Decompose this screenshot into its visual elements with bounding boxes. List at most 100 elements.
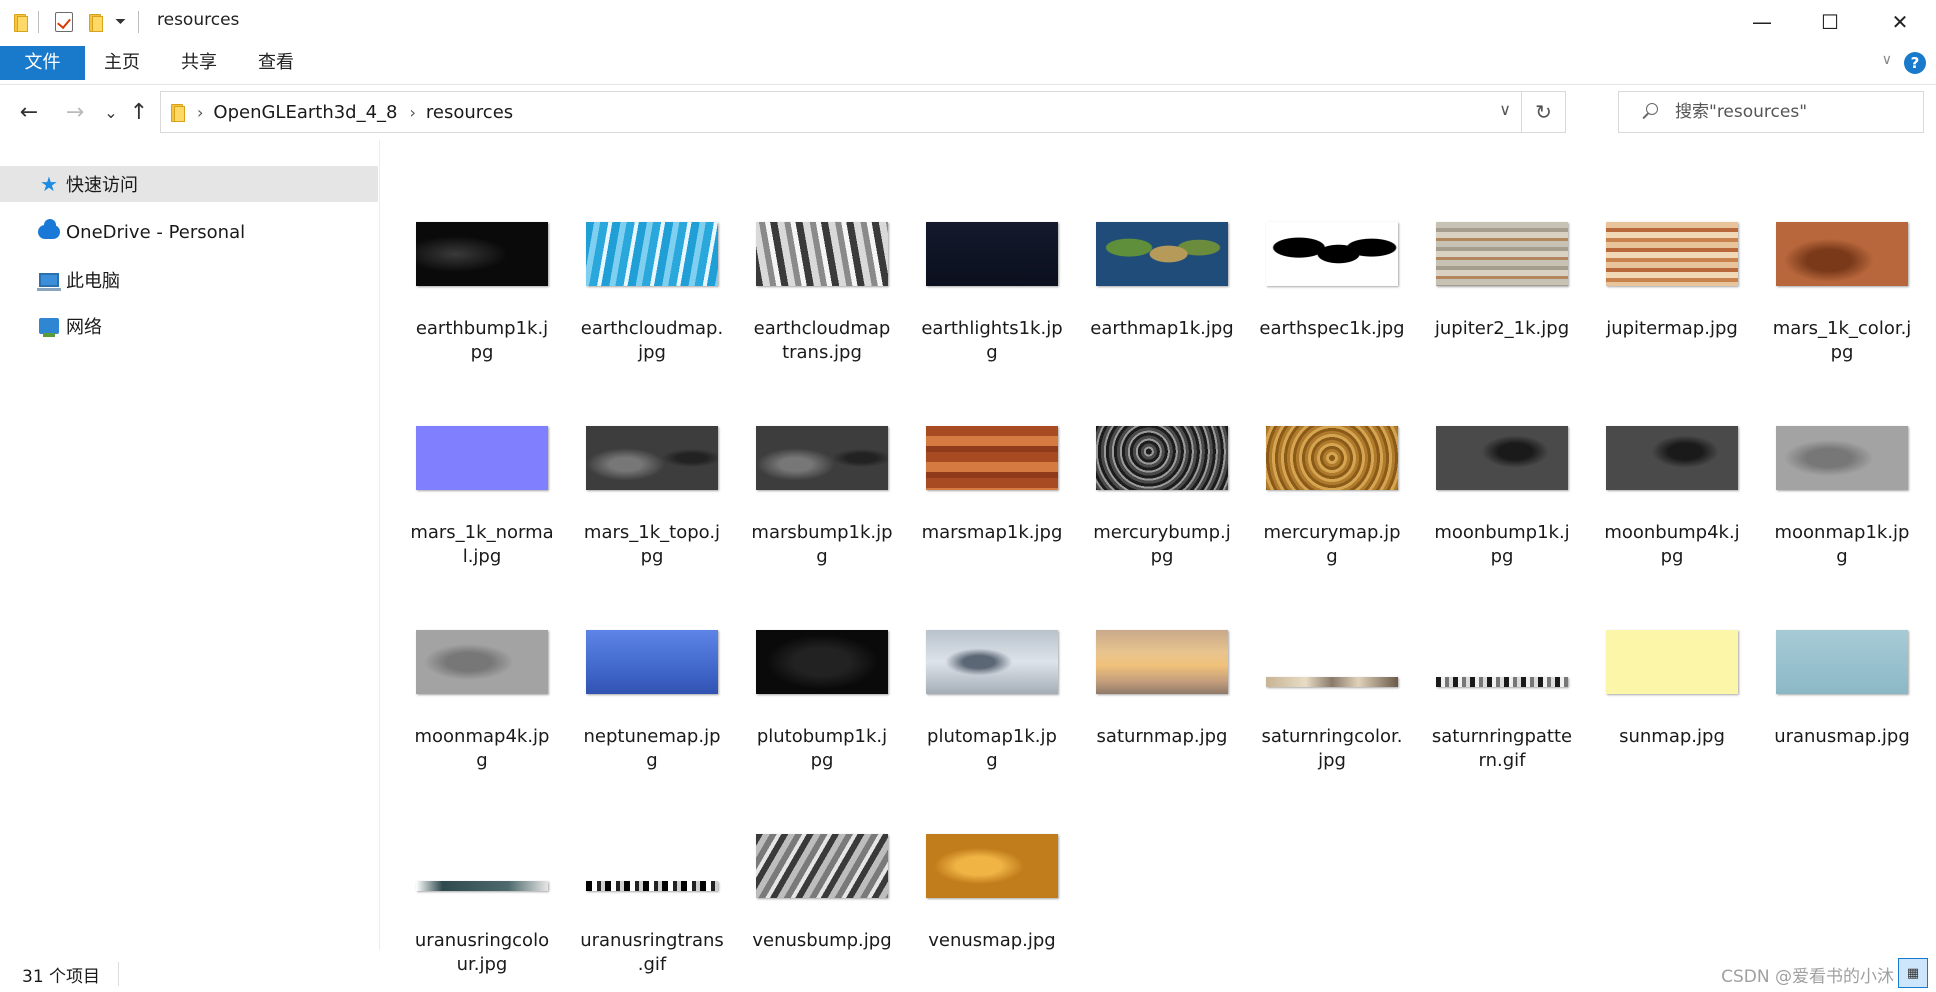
file-item[interactable]: mercurymap.jp g [1231, 426, 1401, 626]
file-thumbnail [1436, 426, 1568, 490]
properties-icon[interactable] [55, 12, 73, 32]
file-item[interactable]: moonmap4k.jp g [381, 630, 551, 830]
help-icon[interactable]: ? [1904, 52, 1926, 74]
file-item[interactable]: saturnmap.jpg [1061, 630, 1231, 830]
customize-dropdown-icon[interactable]: ⏷ [115, 14, 126, 30]
sidebar-item-onedrive[interactable]: OneDrive - Personal [0, 214, 378, 250]
tab-file[interactable]: 文件 [0, 46, 85, 80]
file-thumbnail [1096, 630, 1228, 694]
navigation-bar: ← → ⌄ ↑ › OpenGLEarth3d_4_8 › resources … [0, 84, 1936, 140]
chevron-right-icon[interactable]: › [197, 103, 203, 122]
status-bar: 31 个项目 CSDN @爱看书的小沐 ▦ [0, 956, 1936, 992]
file-thumbnail [1266, 222, 1398, 286]
file-name: venusmap.jpg [891, 929, 1093, 953]
file-item[interactable]: mars_1k_norma l.jpg [381, 426, 554, 626]
file-thumbnail [586, 222, 718, 286]
file-thumbnail [416, 630, 548, 694]
file-name-line: moonmap1k.jp [1774, 522, 1910, 543]
file-item[interactable]: saturnringpatte rn.gif [1401, 630, 1572, 830]
divider [138, 11, 140, 33]
sidebar-item-label: 快速访问 [66, 175, 138, 196]
refresh-button[interactable]: ↻ [1521, 92, 1565, 132]
file-thumbnail [1776, 630, 1908, 694]
up-button[interactable]: ↑ [124, 95, 154, 129]
file-item[interactable]: marsmap1k.jpg [891, 426, 1062, 626]
maximize-button[interactable]: ☐ [1794, 0, 1866, 44]
forward-button[interactable]: → [60, 95, 90, 129]
tab-home[interactable]: 主页 [88, 46, 156, 80]
file-thumbnail [416, 426, 548, 490]
file-item[interactable]: sunmap.jpg [1571, 630, 1741, 830]
file-thumbnail [1606, 222, 1738, 286]
sidebar-item-network[interactable]: 网络 [0, 308, 378, 344]
large-icons-view-button[interactable]: ▦ [1898, 958, 1928, 988]
file-item[interactable]: moonbump4k.j pg [1571, 426, 1741, 626]
file-name: uranusmap.jpg [1741, 725, 1936, 749]
file-name-line: g [1836, 546, 1848, 567]
file-thumbnail [926, 222, 1058, 286]
search-input[interactable] [1675, 102, 1905, 122]
file-name: moonmap1k.jp g [1741, 521, 1936, 569]
file-item[interactable]: earthmap1k.jpg [1061, 222, 1234, 422]
file-thumbnail [1776, 222, 1908, 286]
cloud-icon [38, 219, 60, 243]
file-item[interactable]: uranusmap.jpg [1741, 630, 1911, 830]
tab-share[interactable]: 共享 [165, 46, 233, 80]
new-folder-icon[interactable] [87, 12, 103, 32]
file-item[interactable]: moonmap1k.jp g [1741, 426, 1911, 626]
file-thumbnail [586, 630, 718, 694]
folder-icon [12, 12, 28, 32]
file-item[interactable]: mars_1k_topo.j pg [551, 426, 721, 626]
sidebar-item-this-pc[interactable]: 此电脑 [0, 262, 378, 298]
sidebar-item-label: OneDrive - Personal [66, 221, 246, 243]
file-thumbnail [416, 222, 548, 286]
folder-icon [169, 102, 185, 122]
file-item[interactable]: plutobump1k.j pg [721, 630, 891, 830]
file-thumbnail [416, 881, 548, 891]
minimize-button[interactable]: — [1726, 0, 1798, 44]
watermark: CSDN @爱看书的小沐 [1721, 967, 1894, 987]
file-item[interactable]: saturnringcolor. jpg [1231, 630, 1403, 830]
file-item[interactable]: earthlights1k.jp g [891, 222, 1063, 422]
file-item[interactable]: moonbump1k.j pg [1401, 426, 1571, 626]
sidebar-item-quick-access[interactable]: ★ 快速访问 [0, 166, 378, 202]
file-item[interactable]: plutomap1k.jp g [891, 630, 1061, 830]
file-item[interactable]: earthspec1k.jpg [1231, 222, 1405, 422]
tab-view[interactable]: 查看 [242, 46, 310, 80]
address-bar[interactable]: › OpenGLEarth3d_4_8 › resources ∨ ↻ [160, 91, 1566, 133]
file-thumbnail [756, 834, 888, 898]
file-item[interactable]: earthcloudmap. jpg [551, 222, 723, 422]
file-thumbnail [1776, 426, 1908, 490]
navigation-pane: ★ 快速访问 OneDrive - Personal 此电脑 网络 [0, 140, 380, 950]
file-item[interactable]: jupitermap.jpg [1571, 222, 1741, 422]
chevron-down-icon[interactable]: ∨ [1499, 100, 1511, 119]
file-name-line: venusmap.jpg [928, 930, 1056, 951]
sidebar-item-label: 此电脑 [66, 271, 120, 292]
file-item[interactable]: marsbump1k.jp g [721, 426, 893, 626]
file-item[interactable]: earthcloudmap trans.jpg [721, 222, 891, 422]
file-thumbnail [586, 426, 718, 490]
breadcrumb-item[interactable]: OpenGLEarth3d_4_8 [213, 102, 397, 123]
file-name-line: pg [1830, 342, 1854, 363]
recent-locations-button[interactable]: ⌄ [96, 95, 126, 129]
file-item[interactable]: neptunemap.jp g [551, 630, 721, 830]
file-thumbnail [1436, 677, 1568, 687]
file-item[interactable]: jupiter2_1k.jpg [1401, 222, 1571, 422]
file-thumbnail [1266, 426, 1398, 490]
file-item[interactable]: earthbump1k.j pg [381, 222, 551, 422]
file-thumbnail [1096, 426, 1228, 490]
file-item[interactable]: mercurybump.j pg [1061, 426, 1231, 626]
file-item[interactable]: mars_1k_color.j pg [1741, 222, 1911, 422]
expand-ribbon-icon[interactable]: ∨ [1882, 52, 1892, 68]
search-box[interactable] [1618, 91, 1924, 133]
file-thumbnail [756, 630, 888, 694]
divider [38, 11, 39, 33]
close-button[interactable]: ✕ [1864, 0, 1936, 44]
back-button[interactable]: ← [14, 95, 44, 129]
breadcrumb-item[interactable]: resources [426, 102, 513, 123]
file-list: earthbump1k.j pg earthcloudmap. jpg earthclo… [381, 140, 1936, 975]
chevron-right-icon[interactable]: › [410, 103, 416, 122]
window-title: resources [157, 10, 240, 30]
network-icon [38, 315, 60, 337]
item-count: 31 个项目 [22, 967, 101, 987]
